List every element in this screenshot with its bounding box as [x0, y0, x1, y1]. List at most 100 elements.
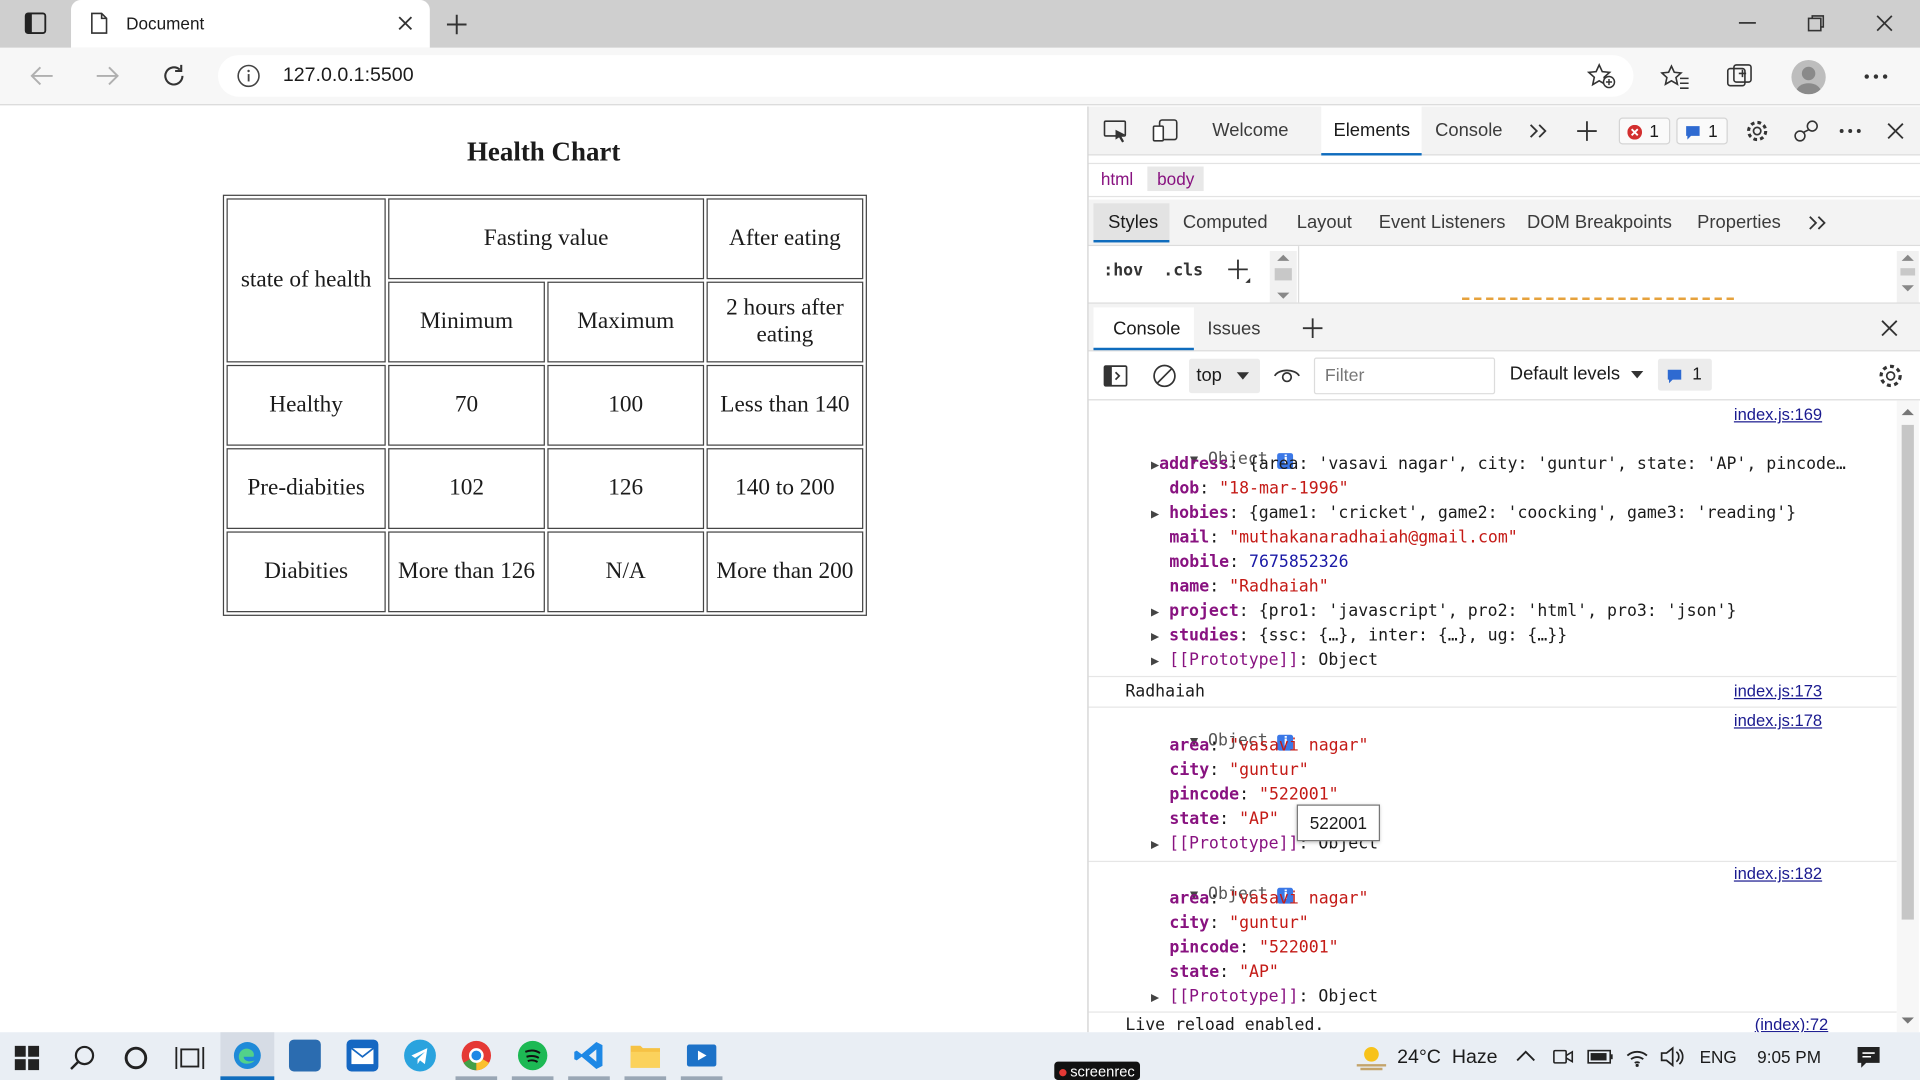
tab-actions-icon[interactable]	[24, 12, 47, 34]
taskbar-vscode[interactable]	[568, 1032, 610, 1080]
task-view-icon[interactable]	[175, 1044, 205, 1071]
prop-key: area	[1169, 888, 1210, 909]
log-levels-dropdown[interactable]: Default levels	[1510, 364, 1620, 385]
microsoft-store-icon[interactable]	[288, 1039, 321, 1072]
styles-pane-scrollbar[interactable]	[1269, 251, 1297, 303]
telegram-icon[interactable]	[404, 1039, 436, 1072]
tab-layout[interactable]: Layout	[1297, 212, 1352, 233]
breadcrumb-body[interactable]: body	[1147, 166, 1205, 192]
forward-icon[interactable]	[96, 65, 120, 87]
new-style-rule-icon[interactable]	[1226, 257, 1253, 284]
log-prop-project[interactable]: ▶ project: {pro1: 'javascript', pro2: 'h…	[1151, 601, 1736, 621]
inspect-element-icon[interactable]	[1103, 119, 1130, 143]
box-model-margin	[1462, 297, 1734, 301]
spotify-icon	[517, 1040, 548, 1071]
source-link[interactable]: index.js:169	[1734, 405, 1822, 423]
favorites-icon[interactable]	[1660, 64, 1689, 91]
taskbar-spotify[interactable]	[511, 1032, 554, 1080]
mail-icon[interactable]	[346, 1039, 379, 1072]
notifications-icon[interactable]	[1856, 1044, 1880, 1068]
minimize-icon[interactable]	[1738, 22, 1756, 24]
more-style-tabs-icon[interactable]	[1809, 216, 1826, 231]
weather-text[interactable]: 24°C Haze	[1397, 1047, 1497, 1069]
log-prop-studies[interactable]: ▶ studies: {ssc: {…}, inter: {…}, ug: {……	[1151, 626, 1567, 646]
console-messages-badge[interactable]: 1	[1657, 358, 1712, 391]
log-prop-prototype[interactable]: ▶ [[Prototype]]: Object	[1151, 650, 1378, 670]
refresh-icon[interactable]	[160, 62, 187, 89]
tab-elements[interactable]: Elements	[1321, 106, 1422, 156]
console-settings-icon[interactable]	[1877, 362, 1904, 389]
taskbar-movies[interactable]	[680, 1032, 723, 1080]
tab-dom-breakpoints[interactable]: DOM Breakpoints	[1527, 212, 1672, 233]
tab-properties[interactable]: Properties	[1697, 212, 1781, 233]
source-link[interactable]: index.js:173	[1734, 682, 1822, 700]
console-sidebar-icon[interactable]	[1103, 365, 1128, 387]
cortana-icon[interactable]	[122, 1044, 149, 1071]
messages-badge[interactable]: 1	[1676, 117, 1728, 145]
close-tab-icon[interactable]	[397, 15, 414, 32]
restore-icon[interactable]	[1807, 15, 1825, 32]
log-prop-hobies[interactable]: ▶ hobies: {game1: 'cricket', game2: 'coo…	[1151, 503, 1796, 523]
drawer-tab-issues[interactable]: Issues	[1207, 318, 1260, 339]
tab-console[interactable]: Console	[1435, 120, 1502, 141]
console-filter-input[interactable]: Filter	[1313, 357, 1496, 395]
device-emulation-icon[interactable]	[1152, 119, 1179, 143]
add-drawer-tab-icon[interactable]	[1302, 317, 1324, 339]
customize-icon[interactable]	[1839, 129, 1861, 134]
weather-icon[interactable]	[1354, 1042, 1388, 1071]
close-devtools-icon[interactable]	[1887, 122, 1904, 140]
collections-icon[interactable]	[1726, 64, 1756, 91]
show-hidden-icons[interactable]	[1516, 1049, 1536, 1062]
console-scrollbar[interactable]	[1896, 400, 1919, 1033]
taskbar-file-explorer[interactable]	[624, 1032, 667, 1080]
close-window-icon[interactable]	[1876, 15, 1893, 32]
devtools-settings-icon[interactable]	[1745, 119, 1769, 143]
context-selector[interactable]: top	[1188, 358, 1261, 394]
more-tabs-icon[interactable]	[1529, 124, 1547, 139]
clock[interactable]: 9:05 PM	[1757, 1047, 1821, 1067]
log-prop-address[interactable]: ▶address: {area: 'vasavi nagar', city: '…	[1151, 454, 1846, 474]
windows-start-icon[interactable]	[14, 1045, 40, 1071]
add-favorite-icon[interactable]	[1586, 62, 1616, 89]
browser-tab[interactable]: Document	[71, 0, 430, 48]
tab-event-listeners[interactable]: Event Listeners	[1379, 212, 1506, 233]
prop-value: "522001"	[1258, 784, 1339, 805]
source-link[interactable]: (index):72	[1755, 1015, 1829, 1032]
clear-console-icon[interactable]	[1152, 364, 1176, 388]
errors-badge[interactable]: 1	[1618, 117, 1671, 145]
profile-avatar[interactable]	[1791, 60, 1826, 95]
input-language[interactable]: ENG	[1700, 1047, 1737, 1067]
taskbar-edge[interactable]	[220, 1032, 275, 1080]
breadcrumb-html[interactable]: html	[1092, 167, 1142, 191]
meet-now-icon[interactable]	[1553, 1047, 1575, 1067]
cls-toggle[interactable]: .cls	[1163, 261, 1203, 281]
volume-icon[interactable]	[1659, 1046, 1684, 1068]
folder-icon	[630, 1045, 661, 1068]
right-pane-scrollbar[interactable]	[1896, 251, 1919, 303]
tab-welcome[interactable]: Welcome	[1212, 120, 1288, 141]
search-icon[interactable]	[69, 1044, 96, 1071]
site-info-icon[interactable]	[236, 64, 260, 88]
close-drawer-icon[interactable]	[1881, 320, 1898, 337]
drawer-tab-console[interactable]: Console	[1093, 307, 1194, 351]
tab-styles[interactable]: Styles	[1093, 203, 1170, 243]
cell-min: 70	[388, 364, 545, 446]
add-tab-icon[interactable]	[1576, 120, 1598, 142]
wifi-icon[interactable]	[1625, 1046, 1649, 1068]
address-field[interactable]: 127.0.0.1:5500	[217, 55, 1634, 97]
tab-computed[interactable]: Computed	[1183, 212, 1268, 233]
cell-max: 100	[547, 364, 705, 446]
battery-icon[interactable]	[1587, 1049, 1614, 1064]
connect-icon[interactable]	[1793, 119, 1820, 143]
source-link[interactable]: index.js:182	[1734, 864, 1822, 882]
hov-toggle[interactable]: :hov	[1103, 261, 1143, 281]
source-link[interactable]: index.js:178	[1734, 711, 1822, 729]
document-icon	[91, 12, 108, 34]
log-prop-city: city: "guntur"	[1169, 913, 1309, 934]
live-expression-icon[interactable]	[1273, 364, 1300, 388]
back-icon[interactable]	[29, 65, 53, 87]
taskbar-chrome[interactable]	[455, 1032, 498, 1080]
log-prop-prototype[interactable]: ▶ [[Prototype]]: Object	[1151, 987, 1378, 1007]
settings-more-icon[interactable]	[1864, 73, 1888, 79]
new-tab-icon[interactable]	[446, 13, 468, 35]
